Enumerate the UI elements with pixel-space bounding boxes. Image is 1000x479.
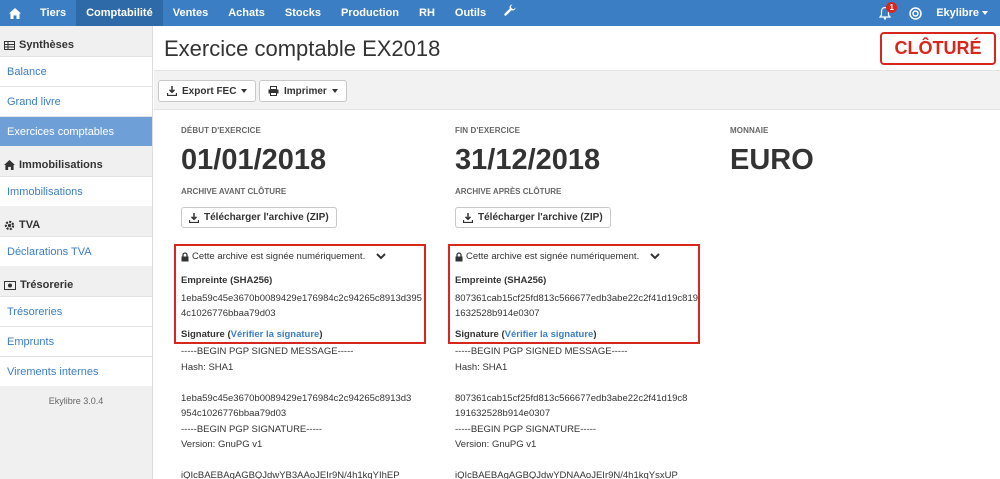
page-title: Exercice comptable EX2018 — [164, 36, 441, 61]
sidebar-section-immobilisations: Immobilisations — [0, 154, 152, 176]
archive-before-label: ARCHIVE AVANT CLÔTURE — [181, 187, 287, 196]
chevron-down-icon — [331, 89, 338, 93]
signature-box-after: Cette archive est signée numériquement. … — [448, 244, 700, 344]
sidebar-item-grand-livre[interactable]: Grand livre — [0, 86, 152, 116]
sidebar-item-declarations-tva[interactable]: Déclarations TVA — [0, 236, 152, 266]
home-icon — [9, 7, 21, 19]
nav-outils[interactable]: Outils — [445, 0, 496, 26]
toolbar: Export FEC Imprimer — [154, 70, 1000, 110]
table-icon — [4, 40, 15, 50]
sidebar-section-tva: TVA — [0, 214, 152, 236]
print-button[interactable]: Imprimer — [259, 80, 347, 102]
nav-comptabilite[interactable]: Comptabilité — [76, 0, 163, 26]
chevron-down-icon[interactable] — [650, 253, 660, 260]
archive-after-label: ARCHIVE APRÈS CLÔTURE — [455, 187, 562, 196]
top-navigation: Tiers Comptabilité Ventes Achats Stocks … — [0, 0, 1000, 26]
signed-text: Cette archive est signée numériquement. — [466, 251, 640, 262]
export-fec-button[interactable]: Export FEC — [158, 80, 257, 102]
hash-label: Empreinte (SHA256) — [455, 275, 547, 286]
download-label: Télécharger l'archive (ZIP) — [478, 212, 603, 223]
nav-stocks[interactable]: Stocks — [275, 0, 331, 26]
lock-icon — [455, 251, 463, 261]
download-icon — [463, 212, 473, 223]
pgp-signature-before: -----BEGIN PGP SIGNED MESSAGE----- Hash:… — [181, 346, 412, 479]
start-label: DÉBUT D'EXERCICE — [181, 126, 261, 135]
printer-icon — [268, 86, 279, 96]
main-content: Exercice comptable EX2018 CLÔTURÉ Export… — [154, 26, 1000, 479]
sidebar-item-balance[interactable]: Balance — [0, 56, 152, 86]
sidebar: Synthèses Balance Grand livre Exercices … — [0, 26, 153, 479]
nav-production[interactable]: Production — [331, 0, 409, 26]
sidebar-item-virements[interactable]: Virements internes — [0, 356, 152, 386]
currency-column: MONNAIE EURO — [730, 126, 814, 177]
end-date: 31/12/2018 — [455, 144, 601, 176]
chevron-down-icon — [982, 11, 988, 15]
chevron-down-icon[interactable] — [376, 253, 386, 260]
signed-notice: Cette archive est signée numériquement. — [455, 251, 660, 262]
user-menu[interactable]: Ekylibre — [930, 7, 1000, 19]
help-button[interactable] — [900, 0, 930, 26]
lock-icon — [181, 251, 189, 261]
signature-box-before: Cette archive est signée numériquement. … — [174, 244, 426, 344]
money-icon — [4, 280, 16, 290]
pgp-signature-after: -----BEGIN PGP SIGNED MESSAGE----- Hash:… — [455, 346, 688, 479]
sidebar-section-label: Trésorerie — [20, 279, 74, 291]
sidebar-item-emprunts[interactable]: Emprunts — [0, 326, 152, 356]
currency-value: EURO — [730, 144, 814, 176]
chevron-down-icon — [241, 89, 248, 93]
nav-achats[interactable]: Achats — [218, 0, 275, 26]
sidebar-item-immobilisations[interactable]: Immobilisations — [0, 176, 152, 206]
verify-signature-link[interactable]: Vérifier la signature — [505, 329, 594, 340]
hash-value: 807361cab15cf25fd813c566677edb3abe22c2f4… — [455, 293, 699, 319]
lifebuoy-icon — [908, 6, 922, 20]
nav-rh[interactable]: RH — [409, 0, 445, 26]
nav-tiers[interactable]: Tiers — [30, 0, 76, 26]
download-archive-after-button[interactable]: Télécharger l'archive (ZIP) — [455, 207, 611, 228]
print-label: Imprimer — [284, 85, 327, 97]
end-column: FIN D'EXERCICE 31/12/2018 ARCHIVE APRÈS … — [455, 126, 611, 228]
notifications-button[interactable]: 1 — [870, 0, 900, 26]
download-icon — [189, 212, 199, 223]
wrench-icon — [504, 4, 516, 16]
settings-button[interactable] — [496, 0, 524, 26]
signature-label: Signature — [181, 329, 225, 340]
signature-label: Signature — [455, 329, 499, 340]
nav-ventes[interactable]: Ventes — [163, 0, 218, 26]
sidebar-section-label: Synthèses — [19, 39, 75, 51]
sidebar-item-exercices[interactable]: Exercices comptables — [0, 116, 152, 146]
verify-signature-link[interactable]: Vérifier la signature — [231, 329, 320, 340]
sidebar-section-label: Immobilisations — [19, 159, 103, 171]
sidebar-section-syntheses: Synthèses — [0, 34, 152, 56]
export-fec-label: Export FEC — [182, 85, 237, 97]
notification-badge: 1 — [886, 2, 898, 13]
signature-line: Signature (Vérifier la signature) — [455, 329, 597, 340]
hash-value: 1eba59c45e3670b0089429e176984c2c94265c89… — [181, 293, 422, 319]
download-icon — [167, 86, 177, 96]
home-icon — [4, 160, 15, 170]
signed-text: Cette archive est signée numériquement. — [192, 251, 366, 262]
start-date: 01/01/2018 — [181, 144, 327, 176]
download-archive-before-button[interactable]: Télécharger l'archive (ZIP) — [181, 207, 337, 228]
end-label: FIN D'EXERCICE — [455, 126, 521, 135]
signed-notice: Cette archive est signée numériquement. — [181, 251, 386, 262]
user-name: Ekylibre — [936, 7, 979, 19]
signature-line: Signature (Vérifier la signature) — [181, 329, 323, 340]
sidebar-section-label: TVA — [19, 219, 41, 231]
home-button[interactable] — [0, 0, 30, 26]
download-label: Télécharger l'archive (ZIP) — [204, 212, 329, 223]
currency-label: MONNAIE — [730, 126, 769, 135]
status-badge: CLÔTURÉ — [880, 32, 996, 65]
start-column: DÉBUT D'EXERCICE 01/01/2018 ARCHIVE AVAN… — [181, 126, 337, 228]
sidebar-item-tresoreries[interactable]: Trésoreries — [0, 296, 152, 326]
gear-icon — [4, 220, 15, 230]
app-version: Ekylibre 3.0.4 — [48, 396, 104, 406]
hash-label: Empreinte (SHA256) — [181, 275, 273, 286]
sidebar-section-tresorerie: Trésorerie — [0, 274, 152, 296]
